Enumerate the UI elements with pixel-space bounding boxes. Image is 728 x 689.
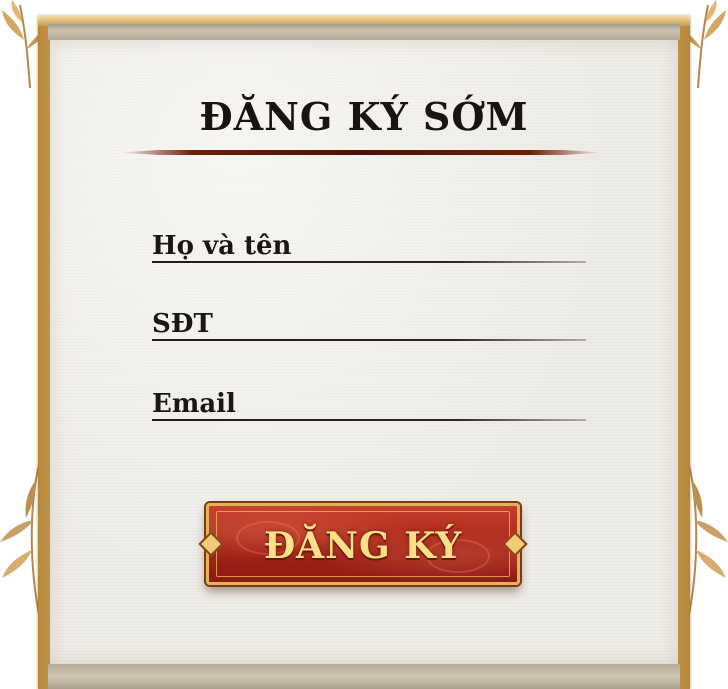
bottom-scroll-strip: [48, 664, 680, 689]
full-name-input[interactable]: [152, 223, 586, 263]
email-field[interactable]: Email: [152, 381, 586, 421]
email-input[interactable]: [152, 381, 586, 421]
title-divider: [120, 150, 602, 155]
phone-input[interactable]: [152, 301, 586, 341]
phone-field[interactable]: SĐT: [152, 301, 586, 341]
full-name-underline: [152, 261, 586, 263]
page-title: ĐĂNG KÝ SỚM: [199, 94, 529, 139]
phone-underline: [152, 339, 586, 341]
top-scroll-strip: [48, 24, 680, 40]
register-button[interactable]: ĐĂNG KÝ: [198, 503, 528, 585]
email-underline: [152, 419, 586, 421]
full-name-field[interactable]: Họ và tên: [152, 223, 586, 263]
register-button-label: ĐĂNG KÝ: [263, 525, 463, 567]
